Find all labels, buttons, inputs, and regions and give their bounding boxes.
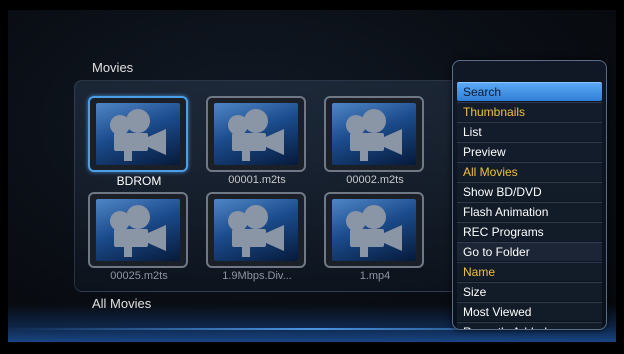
thumbnail-tile[interactable]: 1.9Mbps.Div... (206, 192, 308, 288)
thumbnail-label: BDROM (116, 174, 162, 188)
movie-camera-icon (332, 199, 416, 261)
thumbnail-frame (324, 192, 424, 268)
menu-item-show-bd-dvd[interactable]: Show BD/DVD (457, 182, 602, 201)
movie-camera-icon (214, 103, 298, 165)
menu-item-list[interactable]: List (457, 122, 602, 141)
thumbnail-tile[interactable]: 00025.m2ts (88, 192, 190, 288)
thumbnail-label: 1.9Mbps.Div... (222, 270, 292, 282)
thumbnail-frame (206, 96, 306, 172)
thumbnail-label: 00002.m2ts (346, 174, 404, 186)
page-title: Movies (92, 60, 134, 75)
menu-item-all-movies[interactable]: All Movies (457, 162, 602, 181)
thumbnail-tile[interactable]: 00001.m2ts (206, 96, 308, 192)
thumbnail-frame (324, 96, 424, 172)
menu-item-recently-added[interactable]: Recently Added (457, 322, 602, 329)
thumbnail-tile[interactable]: 1.mp4 (324, 192, 426, 288)
options-menu-list: Search Thumbnails List Preview All Movie… (457, 81, 602, 329)
menu-item-thumbnails[interactable]: Thumbnails (457, 102, 602, 121)
movie-camera-icon (96, 199, 180, 261)
movie-camera-icon (96, 103, 180, 165)
thumbnail-label: 00025.m2ts (110, 270, 168, 282)
thumbnail-frame (88, 96, 188, 172)
menu-item-most-viewed[interactable]: Most Viewed (457, 302, 602, 321)
menu-item-rec-programs[interactable]: REC Programs (457, 222, 602, 241)
thumbnail-frame (206, 192, 306, 268)
options-menu: Search Thumbnails List Preview All Movie… (452, 60, 607, 330)
menu-item-size[interactable]: Size (457, 282, 602, 301)
thumbnail-tile[interactable]: BDROM (88, 96, 190, 192)
menu-item-flash-animation[interactable]: Flash Animation (457, 202, 602, 221)
menu-item-name[interactable]: Name (457, 262, 602, 281)
thumbnail-frame (88, 192, 188, 268)
current-view-label: All Movies (92, 296, 152, 311)
thumbnail-tile[interactable]: 00002.m2ts (324, 96, 426, 192)
menu-item-go-to-folder[interactable]: Go to Folder (457, 242, 602, 261)
menu-item-search[interactable]: Search (457, 82, 602, 101)
thumbnail-label: 1.mp4 (359, 270, 391, 282)
movie-camera-icon (332, 103, 416, 165)
movie-camera-icon (214, 199, 298, 261)
menu-item-preview[interactable]: Preview (457, 142, 602, 161)
thumbnail-label: 00001.m2ts (228, 174, 286, 186)
